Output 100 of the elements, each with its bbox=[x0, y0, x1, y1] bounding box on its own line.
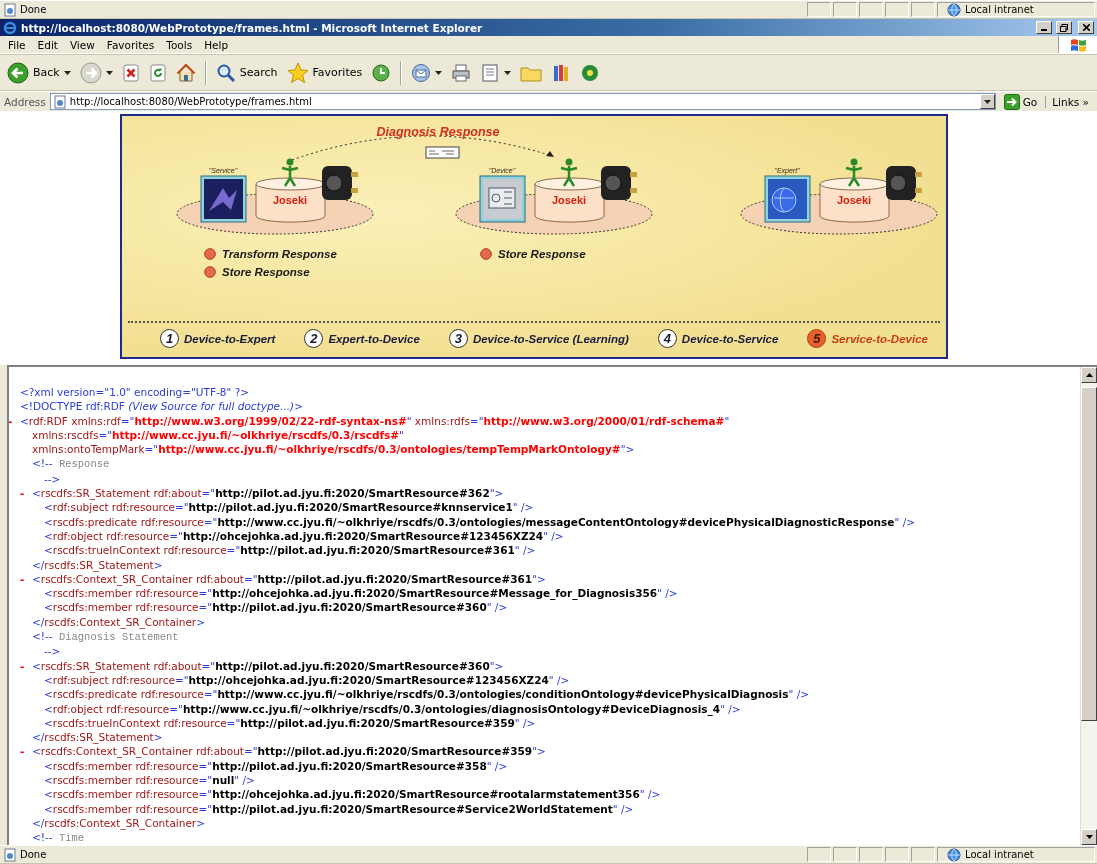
xml-line: <rscdfs:member rdf:resource="null" /> bbox=[44, 773, 255, 788]
status-text: Done bbox=[20, 849, 47, 860]
server-label: Joseki bbox=[272, 194, 308, 206]
xml-line: xmlns:rscdfs="http://www.cc.jyu.fi/~olkhriye/rscdfs/0.3/rscdfs#" bbox=[31, 427, 404, 443]
xml-line: <rdf:subject rdf:resource="http://pilot.ad.jyu.fi:2020/SmartResource#knnservice1" /> bbox=[44, 500, 534, 515]
action-label: Store Response bbox=[222, 266, 310, 278]
close-button[interactable] bbox=[1078, 21, 1094, 34]
menu-item[interactable]: Help bbox=[198, 38, 235, 51]
flower-icon bbox=[580, 62, 601, 83]
address-field[interactable]: http://localhost:8080/WebPrototype/frames.html bbox=[49, 93, 996, 110]
menu-item[interactable]: Edit bbox=[31, 38, 64, 51]
step-tab[interactable]: 5 Service-to-Device bbox=[807, 329, 928, 348]
bullet-icon bbox=[204, 266, 216, 278]
search-icon bbox=[215, 62, 236, 83]
collapse-toggle[interactable]: - bbox=[9, 413, 20, 428]
go-button[interactable]: Go bbox=[999, 93, 1042, 110]
xml-line: <!-- Time bbox=[32, 830, 85, 845]
status-pane bbox=[911, 847, 935, 862]
step-tab[interactable]: 1 Device-to-Expert bbox=[160, 329, 276, 348]
xml-line: </rscdfs:Context_SR_Container> bbox=[32, 614, 205, 630]
globe-icon bbox=[946, 847, 962, 862]
xml-line: <rscdfs:member rdf:resource="http://ohcejohka.ad.jyu.fi:2020/SmartResource#Message_for_Diagnosis356" /> bbox=[44, 586, 678, 601]
collapse-toggle[interactable]: - bbox=[20, 744, 32, 759]
address-label: Address bbox=[4, 95, 46, 108]
xml-line: <!-- Diagnosis Statement bbox=[32, 629, 179, 645]
favorites-button[interactable]: Favorites bbox=[283, 58, 366, 87]
status-pane bbox=[833, 847, 857, 862]
bullet-icon bbox=[204, 248, 216, 260]
xml-line: <rdf:object rdf:resource="http://ohcejohka.ad.jyu.fi:2020/SmartResource#123456XZ24" /> bbox=[44, 528, 564, 544]
windows-flag-icon bbox=[1069, 36, 1087, 53]
menu-item[interactable]: Favorites bbox=[100, 38, 161, 51]
status-pane bbox=[911, 2, 935, 17]
server-label: Joseki bbox=[551, 194, 587, 206]
ie-logo-icon bbox=[3, 20, 17, 35]
address-dropdown-button[interactable] bbox=[979, 94, 995, 109]
status-text: Done bbox=[20, 4, 47, 15]
collapse-toggle[interactable]: - bbox=[20, 486, 32, 501]
caret-icon bbox=[504, 70, 512, 75]
menu-item[interactable]: File bbox=[2, 38, 32, 51]
xml-line: <rdf:subject rdf:resource="http://ohcejohka.ad.jyu.fi:2020/SmartResource#123456XZ24" /> bbox=[44, 673, 570, 688]
caret-icon bbox=[63, 70, 71, 75]
printer-icon bbox=[451, 62, 472, 83]
diagram-title: Diagnosis Response bbox=[376, 125, 500, 139]
xml-line: <rdf:object rdf:resource="http://www.cc.jyu.fi/~olkhriye/rscdfs/0.3/ontologies/diagnosisOntology#DeviceDiagnosis_4" /> bbox=[44, 701, 741, 716]
window-title: http://localhost:8080/WebPrototype/frames.html - Microsoft Internet Explorer bbox=[21, 21, 484, 34]
bullet-icon bbox=[480, 248, 492, 260]
back-button[interactable]: Back bbox=[4, 58, 74, 87]
home-icon bbox=[175, 62, 196, 83]
caret-icon bbox=[105, 70, 113, 75]
zone-text: Local intranet bbox=[965, 4, 1034, 15]
menu-item[interactable]: View bbox=[63, 38, 101, 51]
status-pane bbox=[807, 2, 831, 17]
scrollbar-thumb[interactable] bbox=[1081, 387, 1097, 721]
status-pane bbox=[833, 2, 857, 17]
xml-line: <rscdfs:member rdf:resource="http://pilot.ad.jyu.fi:2020/SmartResource#Service2WorldStatement" /> bbox=[44, 801, 634, 816]
action-label: Store Response bbox=[498, 248, 586, 260]
history-icon bbox=[371, 62, 392, 83]
xml-line: xmlns:ontoTempMark="http://www.cc.jyu.fi/~olkhriye/rscdfs/0.3/ontologies/tempTempMarkOntology#"> bbox=[31, 442, 635, 457]
mail-icon bbox=[411, 62, 432, 83]
refresh-icon bbox=[148, 63, 167, 82]
stop-icon bbox=[121, 63, 140, 82]
zone-text: Local intranet bbox=[965, 849, 1034, 860]
xml-line: <rscdfs:Context_SR_Container rdf:about="http://pilot.ad.jyu.fi:2020/SmartResource#361"> bbox=[32, 572, 546, 587]
scroll-up-button[interactable] bbox=[1081, 367, 1097, 383]
scroll-down-button[interactable] bbox=[1081, 829, 1097, 845]
star-icon bbox=[286, 61, 309, 84]
xml-line: <!-- Response bbox=[32, 456, 110, 472]
xml-line: <rscdfs:trueInContext rdf:resource="http://pilot.ad.jyu.fi:2020/SmartResource#359" /> bbox=[44, 716, 536, 731]
collapse-toggle[interactable]: - bbox=[20, 571, 32, 587]
xml-line: <rscdfs:predicate rdf:resource="http://www.cc.jyu.fi/~olkhriye/rscdfs/0.3/ontologies/messageContentOntology#devicePhysicalDiagnosticResponse" /> bbox=[44, 514, 915, 529]
up-arrow-icon bbox=[1085, 373, 1093, 377]
xml-line: <!DOCTYPE rdf:RDF (View Source for full doctype...)> bbox=[20, 399, 303, 414]
xml-line: <rdf:RDF xmlns:rdf="http://www.w3.org/1999/02/22-rdf-syntax-ns#" xmlns:rdfs="http://www.w3.org/2000/01/rdf-schema#" bbox=[20, 413, 730, 428]
restore-icon bbox=[1060, 23, 1068, 32]
status-pane bbox=[859, 847, 883, 862]
xml-line: <rscdfs:member rdf:resource="http://pilot.ad.jyu.fi:2020/SmartResource#358" /> bbox=[44, 758, 508, 773]
menu-item[interactable]: Tools bbox=[160, 38, 199, 51]
step-tab[interactable]: 2 Expert-to-Device bbox=[304, 329, 420, 348]
status-pane bbox=[859, 2, 883, 17]
xml-line: <rscdfs:SR_Statement rdf:about="http://pilot.ad.jyu.fi:2020/SmartResource#362"> bbox=[32, 486, 504, 501]
globe-icon bbox=[946, 2, 962, 17]
down-arrow-icon bbox=[1085, 835, 1093, 839]
xml-line: <?xml version="1.0" encoding="UTF-8" ?> bbox=[20, 385, 249, 400]
xml-line: <rscdfs:member rdf:resource="http://ohcejohka.ad.jyu.fi:2020/SmartResource#rootalarmstatement356" /> bbox=[44, 787, 661, 802]
collapse-toggle[interactable]: - bbox=[20, 658, 32, 673]
xml-line: <rscdfs:Context_SR_Container rdf:about="http://pilot.ad.jyu.fi:2020/SmartResource#359"> bbox=[32, 744, 546, 759]
caret-icon bbox=[435, 70, 443, 75]
restore-button[interactable] bbox=[1056, 21, 1072, 34]
step-tab[interactable]: 3 Device-to-Service (Learning) bbox=[448, 329, 629, 348]
xml-line: </rscdfs:SR_Statement> bbox=[32, 730, 163, 745]
search-button[interactable]: Search bbox=[212, 58, 281, 87]
close-icon bbox=[1082, 24, 1090, 31]
xml-line: <rscdfs:trueInContext rdf:resource="http://pilot.ad.jyu.fi:2020/SmartResource#361" /> bbox=[44, 543, 536, 558]
minimize-button[interactable] bbox=[1036, 21, 1052, 34]
envelope-icon bbox=[425, 146, 460, 159]
status-pane bbox=[885, 2, 909, 17]
xml-line: </rscdfs:SR_Statement> bbox=[32, 557, 163, 572]
links-button[interactable]: Links » bbox=[1045, 95, 1095, 108]
step-tab[interactable]: 4 Device-to-Service bbox=[657, 329, 779, 348]
document-icon bbox=[480, 62, 501, 83]
